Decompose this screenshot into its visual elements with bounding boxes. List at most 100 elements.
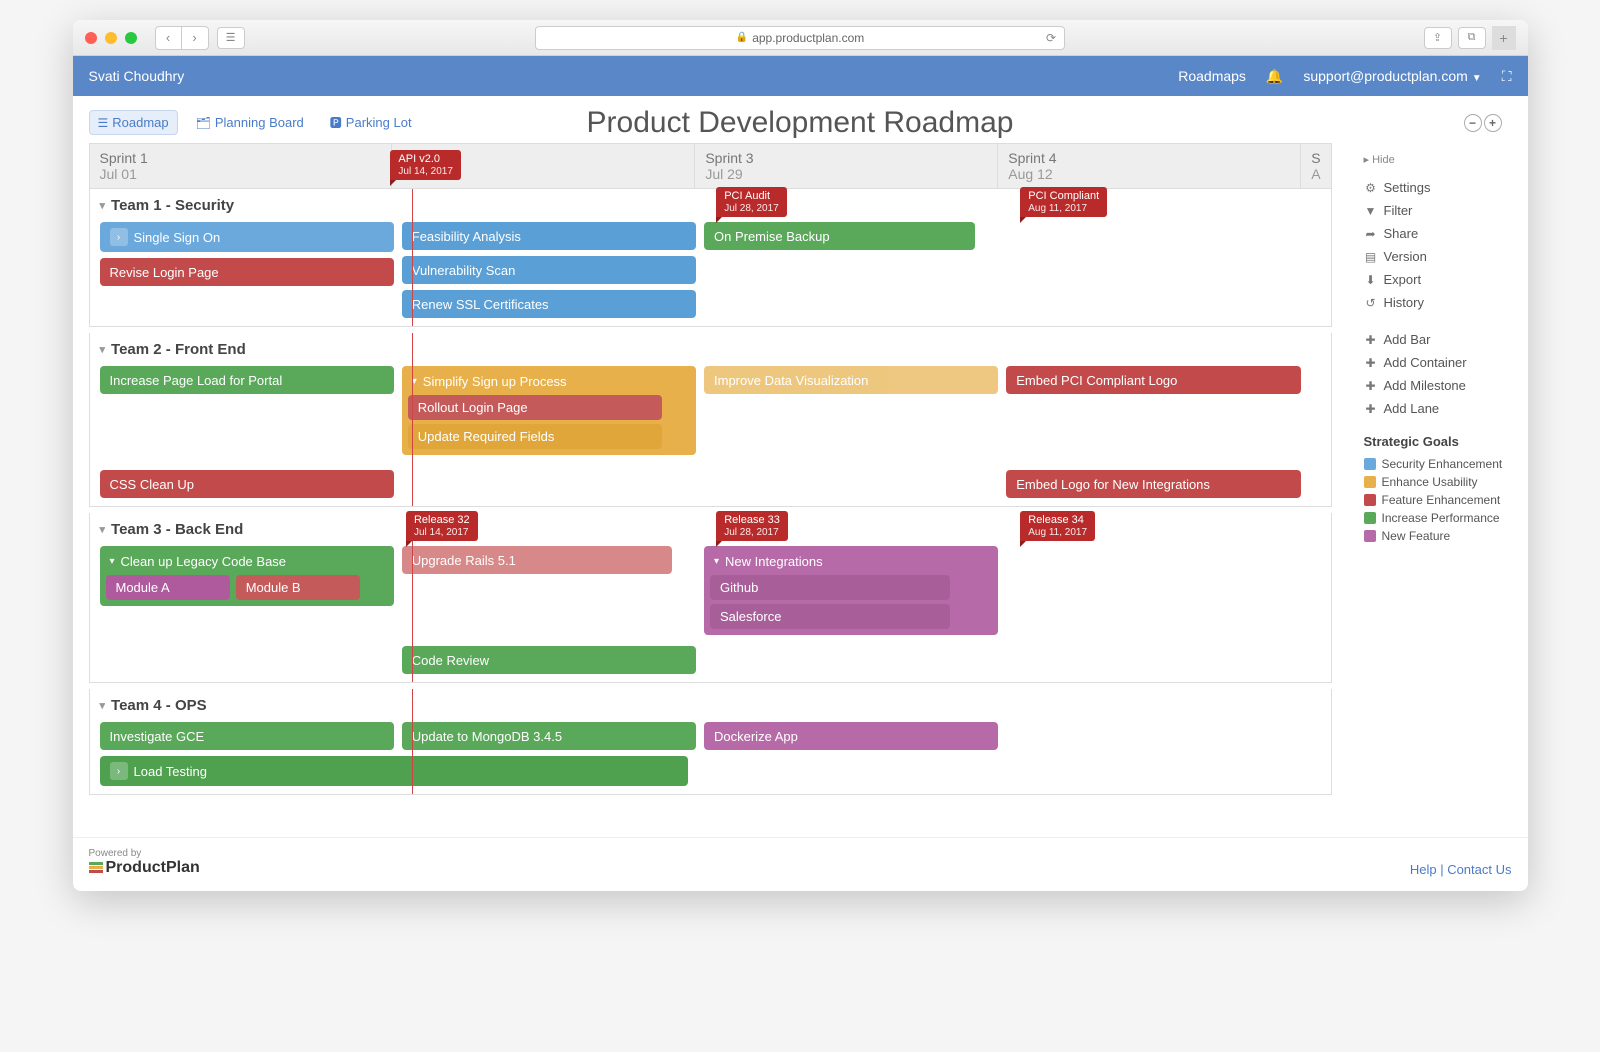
milestone-rel33[interactable]: Release 33Jul 28, 2017 (716, 511, 788, 541)
milestone-rel34[interactable]: Release 34Aug 11, 2017 (1020, 511, 1095, 541)
chevron-down-icon: ▾ (100, 523, 106, 536)
sprint-header-1[interactable]: Sprint 1Jul 01 (90, 144, 393, 188)
milestone-pci-compliant[interactable]: PCI CompliantAug 11, 2017 (1020, 187, 1107, 217)
minimize-window-icon[interactable] (105, 32, 117, 44)
bar-docker[interactable]: Dockerize App (704, 722, 998, 750)
bar-vuln-scan[interactable]: Vulnerability Scan (402, 256, 696, 284)
close-window-icon[interactable] (85, 32, 97, 44)
tabs-button[interactable]: ⧉ (1458, 27, 1486, 49)
milestone-pci-audit[interactable]: PCI AuditJul 28, 2017 (716, 187, 787, 217)
menu-export[interactable]: ⬇Export (1364, 268, 1512, 291)
zoom-out-button[interactable]: − (1464, 114, 1482, 132)
lock-icon: 🔒 (736, 32, 748, 43)
milestone-rel32[interactable]: Release 32Jul 14, 2017 (406, 511, 478, 541)
fullscreen-icon[interactable]: ⛶ (1502, 68, 1512, 85)
bar-github[interactable]: Github (710, 575, 950, 600)
back-button[interactable]: ‹ (156, 27, 182, 49)
legend-label: Enhance Usability (1382, 475, 1478, 489)
bar-backup[interactable]: On Premise Backup (704, 222, 975, 250)
menu-filter[interactable]: ▼Filter (1364, 199, 1512, 222)
sprint-header-3[interactable]: Sprint 3Jul 29 (695, 144, 998, 188)
legend-item[interactable]: Increase Performance (1364, 509, 1512, 527)
maximize-window-icon[interactable] (125, 32, 137, 44)
menu-version[interactable]: ▤Version (1364, 245, 1512, 268)
support-menu[interactable]: support@productplan.com▼ (1303, 68, 1481, 84)
menu-add-container[interactable]: ✚Add Container (1364, 351, 1512, 374)
bar-load-testing[interactable]: ›Load Testing (100, 756, 689, 786)
bar-rollout-login[interactable]: Rollout Login Page (408, 395, 662, 420)
legend-item[interactable]: New Feature (1364, 527, 1512, 545)
bar-module-a[interactable]: Module A (106, 575, 230, 600)
zoom-in-button[interactable]: + (1484, 114, 1502, 132)
window-controls (85, 32, 137, 44)
bar-revise-login[interactable]: Revise Login Page (100, 258, 394, 286)
url-text: app.productplan.com (752, 31, 864, 45)
legend-item[interactable]: Enhance Usability (1364, 473, 1512, 491)
bar-mongo[interactable]: Update to MongoDB 3.4.5 (402, 722, 696, 750)
legend-swatch (1364, 458, 1376, 470)
bar-dataviz[interactable]: Improve Data Visualization (704, 366, 998, 394)
bar-embed-new[interactable]: Embed Logo for New Integrations (1006, 470, 1300, 498)
chevron-down-icon: ▾ (100, 699, 106, 712)
lane-header-team1[interactable]: ▾Team 1 - Security (90, 189, 1331, 222)
legend-label: Feature Enhancement (1382, 493, 1501, 507)
bar-update-fields[interactable]: Update Required Fields (408, 424, 662, 449)
productplan-logo[interactable]: ProductPlan (89, 859, 200, 877)
version-icon: ▤ (1364, 250, 1378, 264)
lane-team1: ▾Team 1 - Security PCI AuditJul 28, 2017… (89, 189, 1332, 327)
chevron-down-icon: ▾ (714, 556, 719, 567)
sprint-header-5[interactable]: SA (1301, 144, 1330, 188)
hide-panel-button[interactable]: ▸ Hide (1364, 153, 1512, 166)
browser-chrome: ‹ › ☰ 🔒 app.productplan.com ⟳ ⇪ ⧉ + (73, 20, 1528, 56)
user-name[interactable]: Svati Choudhry (89, 68, 185, 84)
view-tab-parking[interactable]: 🅿Parking Lot (322, 110, 420, 135)
app-header: Svati Choudhry Roadmaps 🔔 support@produc… (73, 56, 1528, 96)
lane-header-team2[interactable]: ▾Team 2 - Front End (90, 333, 1331, 366)
bar-rails[interactable]: Upgrade Rails 5.1 (402, 546, 673, 574)
bar-embed-pci[interactable]: Embed PCI Compliant Logo (1006, 366, 1300, 394)
sprint-header-2[interactable]: Sprint 2 API v2.0Jul 14, 2017 (392, 144, 695, 188)
new-tab-button[interactable]: + (1492, 26, 1516, 50)
lane-header-team3[interactable]: ▾Team 3 - Back End (90, 513, 1331, 546)
milestone-api[interactable]: API v2.0Jul 14, 2017 (390, 150, 461, 180)
menu-add-lane[interactable]: ✚Add Lane (1364, 397, 1512, 420)
notifications-icon[interactable]: 🔔 (1266, 68, 1283, 85)
menu-settings[interactable]: ⚙Settings (1364, 176, 1512, 199)
container-signup[interactable]: ▾Simplify Sign up Process Rollout Login … (402, 366, 696, 455)
legend-item[interactable]: Feature Enhancement (1364, 491, 1512, 509)
legend-item[interactable]: Security Enhancement (1364, 455, 1512, 473)
container-legacy[interactable]: ▾Clean up Legacy Code Base Module A Modu… (100, 546, 394, 606)
menu-add-milestone[interactable]: ✚Add Milestone (1364, 374, 1512, 397)
bar-sso[interactable]: ›Single Sign On (100, 222, 394, 252)
side-panel: ▸ Hide ⚙Settings ▼Filter ➦Share ▤Version… (1348, 143, 1528, 817)
bar-code-review[interactable]: Code Review (402, 646, 696, 674)
help-link[interactable]: Help (1410, 862, 1437, 877)
view-tab-planning[interactable]: 🗂Planning Board (188, 110, 312, 135)
bar-module-b[interactable]: Module B (236, 575, 360, 600)
lane-header-team4[interactable]: ▾Team 4 - OPS (90, 689, 1331, 722)
bar-css-cleanup[interactable]: CSS Clean Up (100, 470, 394, 498)
forward-button[interactable]: › (182, 27, 208, 49)
history-icon: ↺ (1364, 296, 1378, 310)
menu-history[interactable]: ↺History (1364, 291, 1512, 314)
bar-gce[interactable]: Investigate GCE (100, 722, 394, 750)
bar-ssl[interactable]: Renew SSL Certificates (402, 290, 696, 318)
roadmap-canvas: Sprint 1Jul 01 Sprint 2 API v2.0Jul 14, … (73, 143, 1348, 817)
bar-page-load[interactable]: Increase Page Load for Portal (100, 366, 394, 394)
bar-feasibility[interactable]: Feasibility Analysis (402, 222, 696, 250)
nav-roadmaps-link[interactable]: Roadmaps (1178, 68, 1246, 84)
share-button[interactable]: ⇪ (1424, 27, 1452, 49)
address-bar[interactable]: 🔒 app.productplan.com ⟳ (535, 26, 1065, 50)
container-integrations[interactable]: ▾New Integrations Github Salesforce (704, 546, 998, 635)
menu-share[interactable]: ➦Share (1364, 222, 1512, 245)
plus-icon: ✚ (1364, 356, 1378, 370)
sprint-header-4[interactable]: Sprint 4Aug 12 (998, 144, 1301, 188)
reload-icon[interactable]: ⟳ (1046, 31, 1056, 45)
view-tab-roadmap[interactable]: ☰Roadmap (89, 110, 178, 135)
bar-salesforce[interactable]: Salesforce (710, 604, 950, 629)
sidebar-toggle-button[interactable]: ☰ (217, 27, 245, 49)
legend-swatch (1364, 530, 1376, 542)
contact-link[interactable]: Contact Us (1447, 862, 1511, 877)
plus-icon: ✚ (1364, 402, 1378, 416)
menu-add-bar[interactable]: ✚Add Bar (1364, 328, 1512, 351)
